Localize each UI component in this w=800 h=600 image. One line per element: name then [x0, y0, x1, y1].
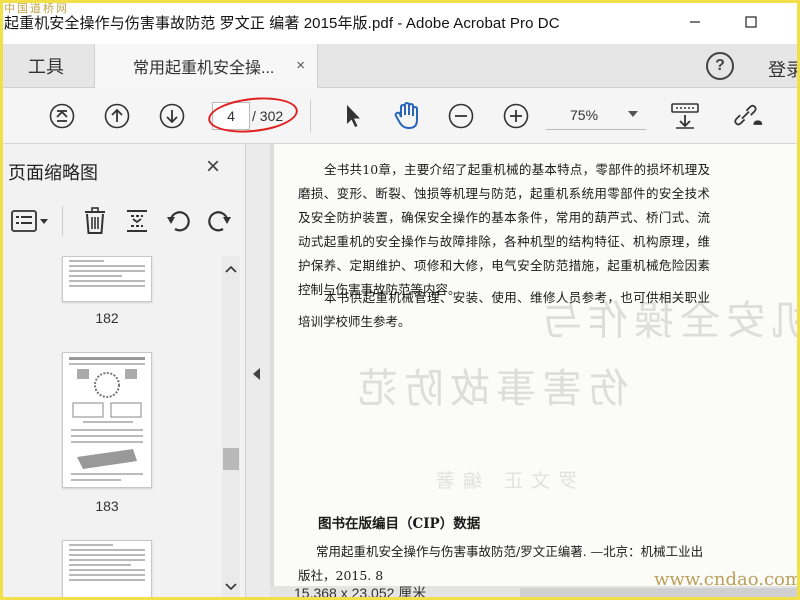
site-watermark-bottom: www.cndao.com — [654, 569, 800, 590]
chevron-up-icon — [225, 265, 237, 273]
scroll-mode-icon — [671, 103, 699, 129]
thumbnail-content — [63, 260, 151, 287]
rotate-right-icon — [208, 211, 231, 232]
prev-page-icon — [104, 103, 130, 129]
document-view[interactable]: 常用起重机安全操作与 伤害事故防范 罗文正 编著 全书共10章，主要介绍了起重机… — [270, 144, 800, 600]
share-link-button[interactable] — [734, 101, 764, 131]
scroll-mode-button[interactable] — [670, 101, 700, 131]
thumbnail-content — [69, 357, 145, 481]
chevron-down-icon — [628, 111, 638, 117]
show-through-title-line-2: 伤害事故防范 — [352, 366, 628, 412]
sidebar-toolbar — [0, 202, 246, 242]
maximize-icon — [745, 16, 757, 28]
select-tool-button[interactable] — [338, 101, 368, 131]
signin-link[interactable]: 登录 — [768, 56, 800, 82]
tab-tools[interactable]: 工具 — [0, 44, 92, 88]
delete-page-button[interactable] — [80, 206, 110, 236]
tab-document[interactable]: 常用起重机安全操... × — [94, 44, 318, 88]
first-page-button[interactable] — [47, 101, 77, 131]
options-menu-button[interactable] — [8, 206, 52, 236]
page-size-readout: 15.368 x 23.052 厘米 — [294, 586, 427, 600]
select-arrow-icon — [347, 105, 360, 127]
first-page-icon — [49, 103, 75, 129]
cip-heading: 图书在版编目（CIP）数据 — [318, 516, 481, 532]
zoom-out-button[interactable] — [446, 101, 476, 131]
scroll-up-button[interactable] — [222, 260, 240, 278]
rotate-left-button[interactable] — [164, 206, 194, 236]
thumbnail-list: 182 183 — [0, 256, 222, 600]
extract-icon — [127, 210, 147, 232]
tab-close-icon[interactable]: × — [296, 57, 305, 74]
cip-record: 常用起重机安全操作与伤害事故防范/罗文正编著. —北京：机械工业出版社，2015… — [298, 544, 704, 583]
page-thumbnail-182[interactable] — [62, 256, 152, 302]
next-page-icon — [159, 103, 185, 129]
zoom-in-icon — [503, 103, 529, 129]
next-page-button[interactable] — [157, 101, 187, 131]
delete-icon — [85, 207, 105, 234]
sidebar-title: 页面缩略图 — [8, 163, 98, 183]
scroll-down-button[interactable] — [222, 578, 240, 596]
thumbnail-label: 182 — [95, 310, 119, 326]
site-watermark-top: 中国道桥网 — [4, 2, 69, 15]
page-thumbnail-183[interactable] — [62, 352, 152, 488]
sidebar-toolbar-divider — [62, 206, 63, 236]
maximize-button[interactable] — [728, 6, 774, 38]
extract-page-button[interactable] — [122, 206, 152, 236]
zoom-in-button[interactable] — [501, 101, 531, 131]
prev-page-button[interactable] — [102, 101, 132, 131]
zoom-level-value: 75% — [570, 107, 599, 123]
scrollbar-thumb[interactable] — [223, 448, 239, 470]
thumbnail-content — [63, 544, 151, 581]
share-link-icon — [734, 104, 763, 126]
zoom-out-icon — [448, 103, 474, 129]
thumbnail-scrollbar[interactable] — [222, 256, 240, 600]
sidebar-collapse-strip — [246, 144, 270, 600]
pdf-page: 常用起重机安全操作与 伤害事故防范 罗文正 编著 全书共10章，主要介绍了起重机… — [274, 144, 800, 600]
chevron-down-icon — [225, 583, 237, 591]
collapse-left-icon[interactable] — [253, 368, 260, 380]
rotate-right-button[interactable] — [204, 206, 234, 236]
tab-bar: 工具 常用起重机安全操... × ? 登录 — [0, 44, 800, 88]
toolbar-divider — [310, 100, 311, 132]
minimize-icon — [690, 21, 700, 23]
options-menu-icon — [11, 210, 48, 232]
audience-paragraph: 本书供起重机械管理、安装、使用、维修人员参考，也可供相关职业培训学校师生参考。 — [298, 290, 710, 329]
thumbnail-sidebar: 页面缩略图 × 182 183 — [0, 144, 246, 600]
page-thumbnail-184[interactable] — [62, 540, 152, 600]
zoom-level-select[interactable]: 75% — [546, 102, 646, 130]
main-toolbar: 4 / 302 75% — [0, 88, 800, 144]
summary-paragraph: 全书共10章，主要介绍了起重机械的基本特点，零部件的损坏机理及磨损、变形、断裂、… — [298, 162, 710, 297]
sidebar-close-icon[interactable]: × — [200, 153, 226, 180]
hand-tool-icon — [394, 101, 418, 130]
window-title: 起重机安全操作与伤害事故防范 罗文正 编著 2015年版.pdf - Adobe… — [4, 14, 560, 32]
page-total: / 302 — [252, 108, 284, 124]
page-number-input[interactable]: 4 — [212, 102, 250, 130]
show-through-author: 罗文正 编著 — [428, 470, 578, 492]
thumbnail-label: 183 — [95, 498, 119, 514]
help-icon[interactable]: ? — [706, 52, 734, 80]
minimize-button[interactable] — [672, 6, 718, 38]
title-bar: 起重机安全操作与伤害事故防范 罗文正 编著 2015年版.pdf - Adobe… — [0, 0, 800, 44]
rotate-left-icon — [167, 211, 190, 232]
tab-document-label: 常用起重机安全操... — [133, 60, 275, 77]
hand-tool-button[interactable] — [392, 101, 422, 131]
